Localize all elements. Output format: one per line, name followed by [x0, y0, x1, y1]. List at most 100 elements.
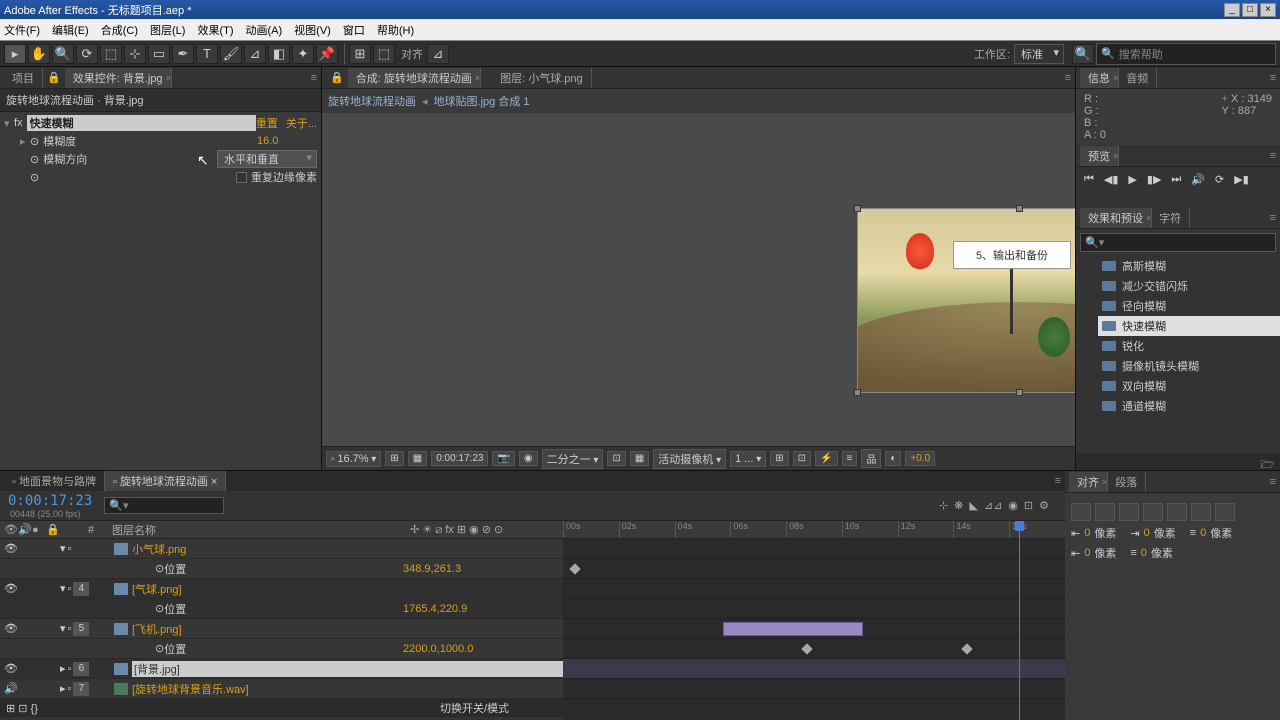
position-value[interactable]: 2200.0,1000.0	[403, 643, 473, 655]
draft3d-icon[interactable]: ❋	[954, 499, 963, 512]
layer-row[interactable]: 👁▾▫ 小气球.png	[0, 539, 563, 559]
layer-name[interactable]: [气球.png]	[132, 581, 563, 597]
keyframe-icon[interactable]	[569, 563, 580, 574]
about-link[interactable]: 关于...	[286, 115, 317, 131]
tab-project[interactable]: 项目	[4, 68, 43, 88]
graph-icon[interactable]: ⊡	[1024, 499, 1033, 512]
brush-tool[interactable]: 🖌	[220, 44, 242, 64]
tab-timeline-1[interactable]: ▫ 地面景物与路牌	[4, 471, 105, 491]
view-opt-icon[interactable]: ⊞	[770, 451, 788, 466]
lock-column-icon[interactable]: 🔒	[46, 523, 60, 536]
last-frame-icon[interactable]: ⏭	[1171, 173, 1181, 186]
layer-name[interactable]: 小气球.png	[132, 541, 563, 557]
fx-item[interactable]: 径向模糊	[1098, 296, 1280, 316]
tab-timeline-2[interactable]: ▫ 旋转地球流程动画 ×	[105, 471, 226, 491]
panel-menu-icon[interactable]: ≡	[1065, 72, 1071, 84]
effect-name[interactable]: 快速模糊	[27, 115, 256, 131]
close-button[interactable]: ×	[1260, 3, 1276, 17]
fx-item[interactable]: 减少交错闪烁	[1098, 276, 1280, 296]
repeat-edge-checkbox[interactable]	[236, 172, 247, 183]
align-right-icon[interactable]	[1119, 503, 1139, 521]
tab-effect-controls[interactable]: 效果控件: 背景.jpg	[65, 68, 172, 88]
panel-menu-icon[interactable]: ≡	[1055, 475, 1061, 487]
stopwatch-icon[interactable]: ⊙	[155, 602, 164, 615]
effects-search-input[interactable]: 🔍▾	[1080, 233, 1276, 252]
stopwatch-icon[interactable]: ⊙	[30, 153, 39, 166]
tab-audio[interactable]: 音频	[1118, 68, 1157, 88]
layer-name[interactable]: [飞机.png]	[132, 621, 563, 637]
first-frame-icon[interactable]: ⏮	[1084, 173, 1094, 186]
flowchart-icon[interactable]: 品	[861, 449, 881, 468]
stopwatch-icon[interactable]: ⊙	[155, 642, 164, 655]
toggle-switches-icon[interactable]: ⊞ ⊡ {}	[6, 702, 38, 715]
transform-handle[interactable]	[854, 389, 861, 396]
position-value[interactable]: 348.9,261.3	[403, 563, 461, 575]
current-timecode[interactable]: 0:00:17:23	[8, 493, 92, 509]
camera-tool[interactable]: ⬚	[100, 44, 122, 64]
menu-anim[interactable]: 动画(A)	[246, 22, 283, 38]
motionblur-icon[interactable]: ◉	[1008, 499, 1018, 512]
transparency-icon[interactable]: ▦	[630, 451, 649, 466]
fx-item[interactable]: 锐化	[1098, 336, 1280, 356]
panel-menu-icon[interactable]: ≡	[1270, 476, 1276, 488]
layer-name[interactable]: [旋转地球背景音乐.wav]	[132, 681, 563, 697]
menu-help[interactable]: 帮助(H)	[377, 22, 414, 38]
stopwatch-icon[interactable]: ⊙	[30, 135, 39, 148]
comp-mini-icon[interactable]: ⊹	[939, 499, 948, 512]
zoom-tool[interactable]: 🔍	[52, 44, 74, 64]
layer-row[interactable]: 🔊▸▫7 [旋转地球背景音乐.wav]	[0, 679, 563, 699]
tab-close-icon[interactable]: ×	[166, 73, 171, 83]
tab-paragraph[interactable]: 段落	[1107, 472, 1146, 492]
snapshot-icon[interactable]: 📷	[492, 451, 514, 466]
fast-preview-icon[interactable]: ⚡	[815, 451, 837, 466]
layout-icon[interactable]: ⊞	[385, 451, 403, 466]
blur-direction-dropdown[interactable]: 水平和垂直	[217, 150, 317, 168]
grid-icon[interactable]: ▦	[408, 451, 427, 466]
exposure-value[interactable]: +0.0	[905, 451, 935, 466]
tab-composition[interactable]: 合成: 旋转地球流程动画	[348, 68, 481, 88]
justify-center-icon[interactable]	[1167, 503, 1187, 521]
menu-layer[interactable]: 图层(L)	[150, 22, 185, 38]
composition-viewport[interactable]: 5、输出和备份	[322, 113, 1075, 446]
transform-handle[interactable]	[854, 205, 861, 212]
fx-enable-icon[interactable]: fx	[14, 117, 23, 129]
snap-toggle[interactable]: ⬚	[373, 44, 395, 64]
timeline-icon[interactable]: ≡	[842, 451, 858, 466]
roto-tool[interactable]: ✦	[292, 44, 314, 64]
property-row[interactable]: ⊙ 位置 1765.4,220.9	[0, 599, 563, 619]
col-switches[interactable]: 切换开关/模式	[440, 700, 509, 716]
fx-item[interactable]: 通道模糊	[1098, 396, 1280, 416]
layer-row[interactable]: 👁▾▫4 [气球.png]	[0, 579, 563, 599]
panel-menu-icon[interactable]: ≡	[311, 72, 317, 84]
disclosure-icon[interactable]: ▸	[20, 135, 30, 148]
menu-view[interactable]: 视图(V)	[294, 22, 331, 38]
shy-icon[interactable]: ◣	[969, 499, 977, 512]
resolution-dropdown[interactable]: 二分之一 ▾	[542, 449, 604, 469]
pen-tool[interactable]: ✒	[172, 44, 194, 64]
play-icon[interactable]: ▶	[1128, 173, 1136, 186]
lock-icon[interactable]: 🔒	[47, 71, 61, 84]
justify-all-icon[interactable]	[1215, 503, 1235, 521]
disclosure-icon[interactable]: ▾	[4, 117, 14, 130]
views-dropdown[interactable]: 1 ... ▾	[730, 451, 766, 467]
tab-close-icon[interactable]: ×	[475, 73, 480, 83]
menu-window[interactable]: 窗口	[343, 22, 365, 38]
mask-tool[interactable]: ▭	[148, 44, 170, 64]
current-time-indicator[interactable]	[1019, 521, 1020, 720]
selection-tool[interactable]: ▸	[4, 44, 26, 64]
stamp-tool[interactable]: ⊿	[244, 44, 266, 64]
layer-name[interactable]: [背景.jpg]	[132, 661, 563, 677]
stopwatch-icon[interactable]: ⊙	[30, 171, 39, 184]
val-blurriness[interactable]: 16.0	[257, 135, 317, 147]
layer-row[interactable]: 👁▾▫5 [飞机.png]	[0, 619, 563, 639]
text-tool[interactable]: T	[196, 44, 218, 64]
transform-handle[interactable]	[1016, 205, 1023, 212]
camera-dropdown[interactable]: 活动摄像机 ▾	[653, 449, 726, 469]
rotate-tool[interactable]: ⟳	[76, 44, 98, 64]
loop-icon[interactable]: ⟳	[1215, 173, 1224, 186]
effects-bin-icon[interactable]: 🗁	[1076, 454, 1280, 470]
next-frame-icon[interactable]: ▮▶	[1147, 173, 1162, 186]
layer-bar[interactable]	[723, 622, 863, 636]
mute-icon[interactable]: 🔊	[1191, 173, 1205, 186]
time-display[interactable]: 0:00:17:23	[431, 451, 488, 466]
